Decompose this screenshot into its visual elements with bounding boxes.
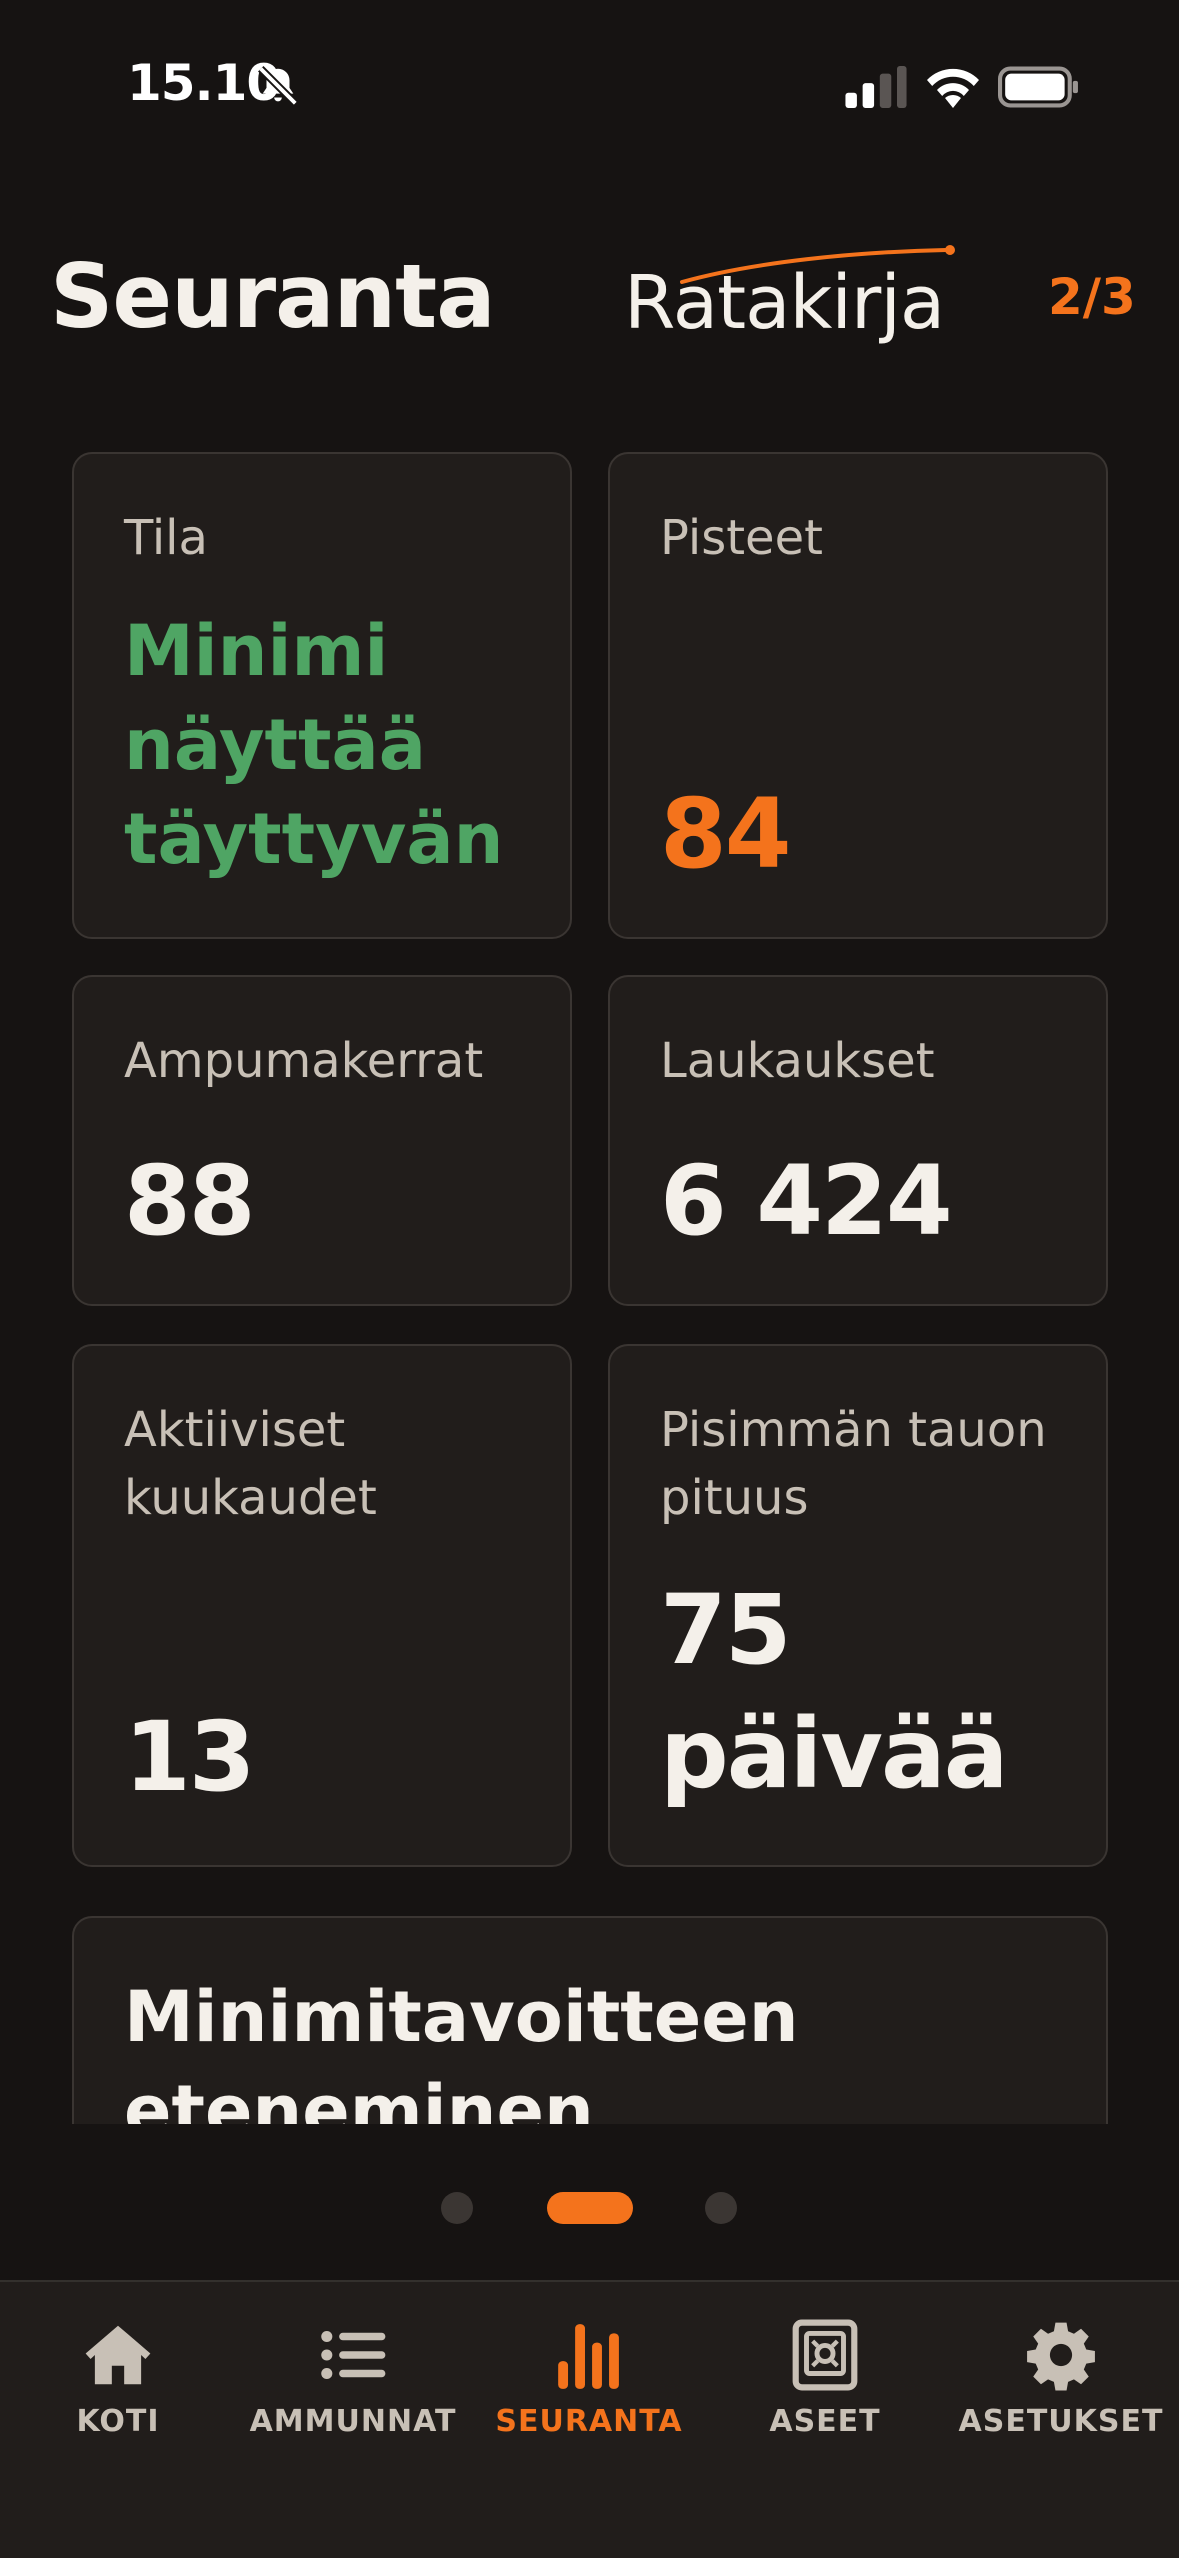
minimum-progress-title: Minimitavoitteen eteneminen bbox=[124, 1976, 799, 2124]
tab-ammunnat[interactable]: AMMUNNAT bbox=[235, 2318, 471, 2478]
signal-icon bbox=[845, 66, 907, 108]
progress-card-viewport: Minimitavoitteen eteneminen bbox=[72, 1916, 1108, 2124]
status-bar: 15.10 bbox=[0, 0, 1179, 175]
tab-asetukset[interactable]: ASETUKSET bbox=[943, 2318, 1179, 2478]
bell-off-icon bbox=[258, 66, 298, 106]
pager-dot-3[interactable] bbox=[705, 2192, 737, 2224]
longest-break-card-value: 75 päivää bbox=[660, 1574, 1009, 1810]
active-months-card-label: Aktiiviset kuukaudet bbox=[124, 1402, 377, 1526]
active-months-card-value: 13 bbox=[124, 1701, 256, 1813]
list-icon bbox=[321, 2330, 386, 2380]
points-card[interactable]: Pisteet 84 bbox=[608, 452, 1108, 939]
points-card-value: 84 bbox=[660, 778, 792, 890]
longest-break-card[interactable]: Pisimmän tauon pituus 75 päivää bbox=[608, 1344, 1108, 1867]
status-card[interactable]: Tila Minimi näyttää täyttyvän bbox=[72, 452, 572, 939]
status-card-value: Minimi näyttää täyttyvän bbox=[124, 610, 504, 880]
logo-text: Ratakirja bbox=[624, 260, 945, 346]
tab-seuranta[interactable]: SEURANTA bbox=[471, 2318, 707, 2478]
shots-card-value: 6 424 bbox=[660, 1145, 953, 1257]
ratakirja-logo: Ratakirja bbox=[624, 240, 968, 350]
tab-aseet[interactable]: ASEET bbox=[707, 2318, 943, 2478]
gear-icon bbox=[1027, 2322, 1095, 2391]
tab-bar: KOTI AMMUNNAT SEURANTA ASEET ASETUKSET bbox=[0, 2280, 1179, 2558]
page-counter: 2/3 bbox=[1048, 268, 1136, 326]
tab-koti-label: KOTI bbox=[76, 2404, 160, 2439]
minimum-progress-card[interactable]: Minimitavoitteen eteneminen bbox=[72, 1916, 1108, 2124]
tab-asetukset-label: ASETUKSET bbox=[958, 2404, 1164, 2439]
longest-break-card-label: Pisimmän tauon pituus bbox=[660, 1402, 1047, 1526]
sessions-card-value: 88 bbox=[124, 1145, 256, 1257]
page-title: Seuranta bbox=[50, 245, 496, 348]
pager-dot-2-active[interactable] bbox=[547, 2192, 633, 2224]
shots-card[interactable]: Laukaukset 6 424 bbox=[608, 975, 1108, 1306]
active-months-card[interactable]: Aktiiviset kuukaudet 13 bbox=[72, 1344, 572, 1867]
tab-koti[interactable]: KOTI bbox=[0, 2318, 236, 2478]
bar-chart-icon bbox=[558, 2324, 619, 2389]
status-card-label: Tila bbox=[124, 510, 208, 566]
sessions-card-label: Ampumakerrat bbox=[124, 1033, 484, 1089]
points-card-label: Pisteet bbox=[660, 510, 823, 566]
pager-dot-1[interactable] bbox=[441, 2192, 473, 2224]
sessions-card[interactable]: Ampumakerrat 88 bbox=[72, 975, 572, 1306]
shots-card-label: Laukaukset bbox=[660, 1033, 935, 1089]
wifi-icon bbox=[927, 68, 979, 108]
battery-icon bbox=[998, 66, 1078, 108]
home-icon bbox=[85, 2325, 151, 2385]
tab-seuranta-label: SEURANTA bbox=[495, 2404, 683, 2439]
tab-ammunnat-label: AMMUNNAT bbox=[249, 2404, 457, 2439]
tab-aseet-label: ASEET bbox=[769, 2404, 881, 2439]
safe-icon bbox=[792, 2319, 858, 2391]
